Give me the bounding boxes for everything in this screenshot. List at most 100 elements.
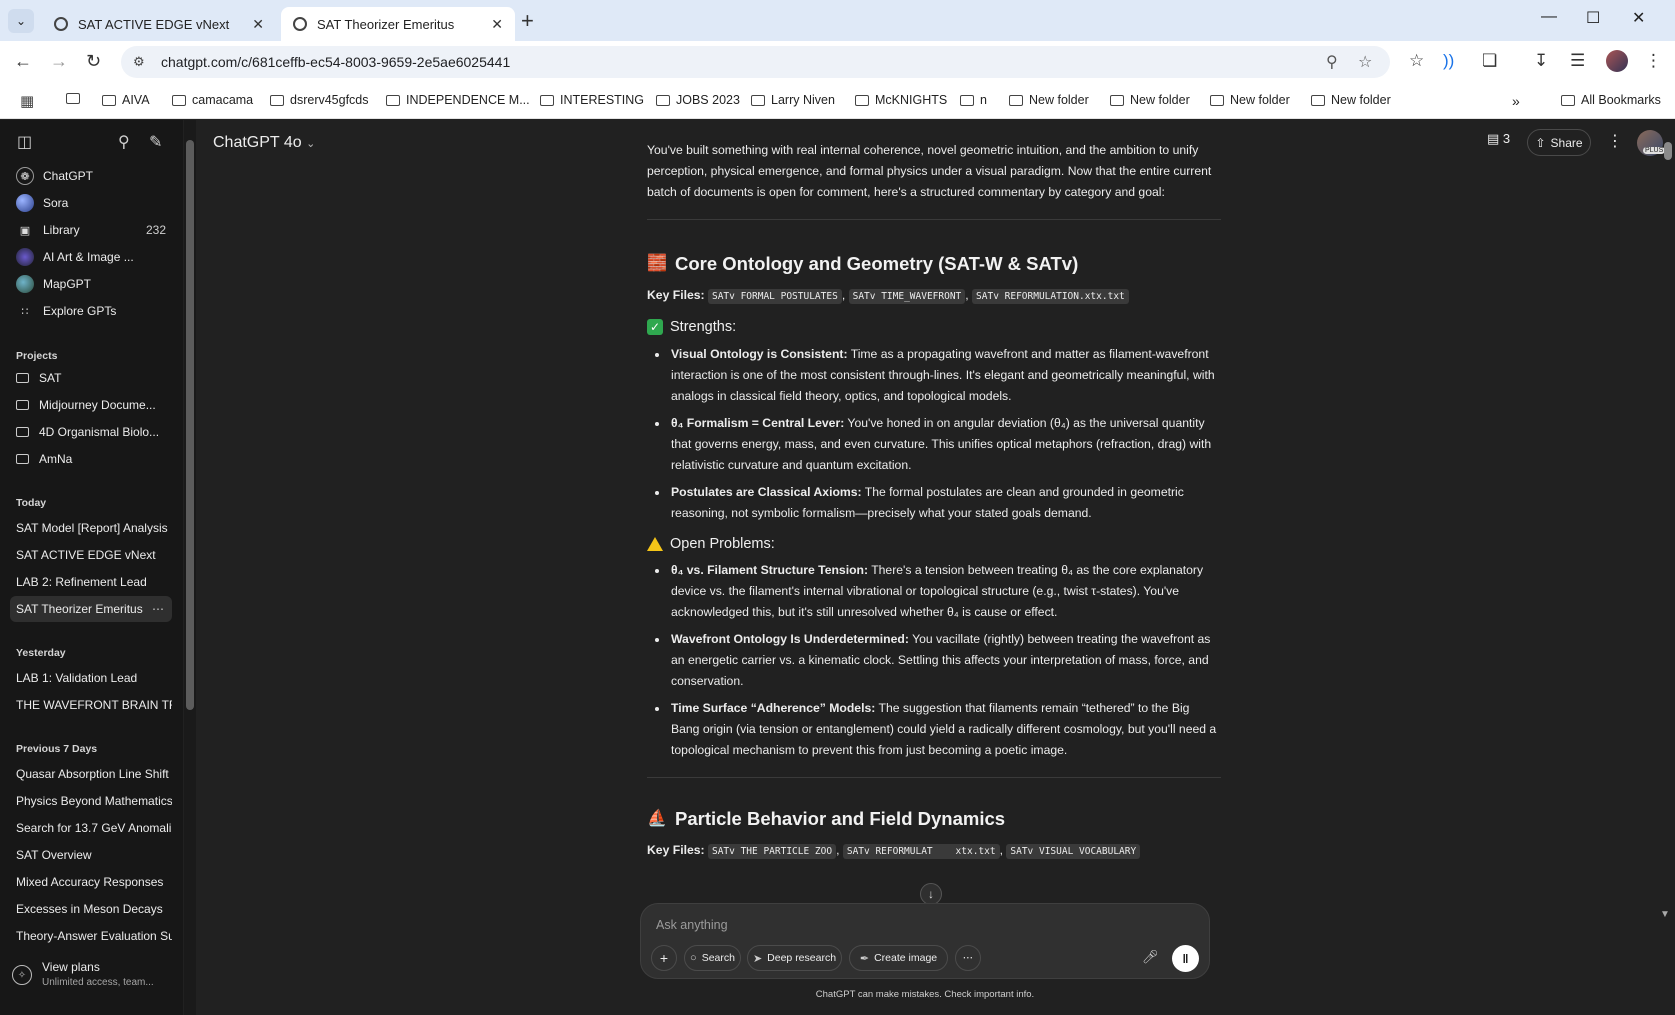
sidebar-item-chatgpt[interactable]: ❁ ChatGPT: [10, 163, 172, 189]
sidebar-item-sora[interactable]: Sora: [10, 190, 172, 216]
chat-history-item[interactable]: SAT Overview: [10, 842, 172, 868]
bookmark-folder[interactable]: New folder: [1311, 93, 1391, 107]
chat-history-item[interactable]: Theory-Answer Evaluation Su: [10, 923, 172, 949]
sidebar-item-mapgpt[interactable]: MapGPT: [10, 271, 172, 297]
deep-research-button[interactable]: ➤ Deep research: [747, 945, 842, 971]
microphone-icon[interactable]: 🎤︎: [1142, 949, 1159, 965]
search-icon[interactable]: ⚲: [118, 132, 130, 152]
telescope-icon: ➤: [752, 952, 763, 965]
chat-history-item[interactable]: SAT Model [Report] Analysis: [10, 515, 172, 541]
zoom-icon[interactable]: ⚲: [1326, 52, 1338, 72]
bookmark-folder[interactable]: Larry Niven: [751, 93, 835, 107]
chat-history-item[interactable]: Search for 13.7 GeV Anomali: [10, 815, 172, 841]
search-button[interactable]: ○ Search: [684, 945, 741, 971]
chat-history-item[interactable]: Physics Beyond Mathematics: [10, 788, 172, 814]
view-plans-button[interactable]: ✧ View plans Unlimited access, team...: [12, 960, 172, 1006]
download-icon[interactable]: ↧: [1534, 51, 1548, 71]
address-bar[interactable]: ⚙ chatgpt.com/c/681ceffb-ec54-8003-9659-…: [121, 46, 1390, 78]
bookmark-folder[interactable]: New folder: [1110, 93, 1190, 107]
sidebar-item-label: Sora: [43, 196, 69, 210]
chat-history-item[interactable]: Mixed Accuracy Responses: [10, 869, 172, 895]
folder-icon: [1210, 94, 1224, 106]
prompt-input[interactable]: Ask anything: [656, 918, 728, 932]
more-options-icon[interactable]: ⋯: [152, 602, 164, 616]
toggle-sidebar-icon[interactable]: ◫: [17, 132, 32, 152]
voice-mode-button[interactable]: ‖: [1172, 945, 1199, 972]
sidebar-item-library[interactable]: ▣ Library 232: [10, 217, 172, 243]
apps-grid-icon[interactable]: ▦: [20, 92, 34, 110]
scroll-to-bottom-button[interactable]: ↓: [920, 883, 942, 905]
project-item[interactable]: Midjourney Docume...: [10, 392, 172, 418]
chat-history-item[interactable]: Excesses in Meson Decays: [10, 896, 172, 922]
browser-menu-icon[interactable]: ⋮: [1645, 51, 1662, 71]
more-tools-button[interactable]: ⋯: [955, 945, 981, 971]
media-control-icon[interactable]: ☰: [1570, 51, 1585, 71]
bookmark-folder[interactable]: INTERESTING: [540, 93, 644, 107]
bookmarks-overflow-icon[interactable]: »: [1512, 93, 1520, 109]
close-tab-icon[interactable]: ✕: [491, 16, 503, 33]
sidebar-scrollbar-thumb[interactable]: [186, 140, 194, 710]
bookmark-label: New folder: [1230, 93, 1290, 107]
extensions-icon[interactable]: ❏: [1482, 51, 1497, 71]
star-icon[interactable]: ☆: [1409, 51, 1424, 71]
close-tab-icon[interactable]: ✕: [252, 16, 264, 33]
tab-search-chevron-icon[interactable]: ⌄: [8, 9, 34, 33]
browser-tab-active[interactable]: SAT Theorizer Emeritus ✕: [281, 7, 515, 41]
bookmark-folder[interactable]: [66, 93, 86, 104]
forward-icon[interactable]: →: [50, 51, 68, 72]
project-item[interactable]: SAT: [10, 365, 172, 391]
bookmark-folder[interactable]: AIVA: [102, 93, 150, 107]
folder-icon: [656, 94, 670, 106]
share-button[interactable]: ⇧ Share: [1527, 129, 1591, 156]
project-item[interactable]: AmNa: [10, 446, 172, 472]
bookmark-folder[interactable]: JOBS 2023: [656, 93, 740, 107]
bookmark-folder[interactable]: n: [960, 93, 987, 107]
close-window-icon[interactable]: ✕: [1632, 8, 1645, 28]
minimize-icon[interactable]: —: [1541, 8, 1557, 26]
chat-history-item[interactable]: THE WAVEFRONT BRAIN TRU: [10, 692, 172, 718]
chat-history-item[interactable]: SAT ACTIVE EDGE vNext: [10, 542, 172, 568]
chat-history-item[interactable]: Quasar Absorption Line Shift: [10, 761, 172, 787]
sailboat-icon: ⛵: [647, 810, 667, 827]
bookmark-folder[interactable]: McKNIGHTS: [855, 93, 947, 107]
browser-tab[interactable]: SAT ACTIVE EDGE vNext ✕: [42, 7, 276, 41]
reload-icon[interactable]: ↻: [86, 51, 101, 72]
chat-history-item[interactable]: LAB 2: Refinement Lead: [10, 569, 172, 595]
create-image-button[interactable]: ✒ Create image: [849, 945, 948, 971]
bookmark-folder[interactable]: dsrerv45gfcds: [270, 93, 369, 107]
folder-icon: [386, 94, 400, 106]
folder-icon: [102, 94, 116, 106]
maximize-icon[interactable]: ☐: [1586, 8, 1600, 28]
bookmark-folder[interactable]: New folder: [1210, 93, 1290, 107]
chat-history-item-active[interactable]: SAT Theorizer Emeritus ⋯: [10, 596, 172, 622]
profile-avatar[interactable]: [1606, 50, 1628, 72]
bookmark-folder[interactable]: INDEPENDENCE M...: [386, 93, 530, 107]
file-code-part: xtx.txt: [955, 846, 996, 857]
sidebar-item-label: MapGPT: [43, 277, 92, 291]
canvas-docs-button[interactable]: ▤ 3: [1487, 131, 1510, 147]
new-chat-icon[interactable]: ✎: [149, 132, 162, 152]
file-code: SATv FORMAL POSTULATES: [707, 289, 842, 304]
folder-icon: [751, 94, 765, 106]
site-settings-icon[interactable]: ⚙: [133, 54, 149, 70]
folder-icon: [16, 373, 29, 383]
scroll-down-arrow-icon[interactable]: ▼: [1660, 909, 1670, 920]
back-icon[interactable]: ←: [14, 51, 32, 72]
bookmark-folder[interactable]: New folder: [1009, 93, 1089, 107]
bookmark-label: New folder: [1331, 93, 1391, 107]
attach-button[interactable]: +: [651, 945, 677, 971]
list-item: Postulates are Classical Axioms: The for…: [647, 482, 1221, 524]
item-bold: Visual Ontology is Consistent:: [671, 347, 848, 361]
chat-history-item[interactable]: LAB 1: Validation Lead: [10, 665, 172, 691]
audio-extension-icon[interactable]: )): [1443, 51, 1454, 71]
all-bookmarks[interactable]: All Bookmarks: [1561, 93, 1661, 107]
project-item[interactable]: 4D Organismal Biolo...: [10, 419, 172, 445]
conversation-menu-icon[interactable]: ⋮: [1607, 131, 1623, 151]
sidebar-item-explore-gpts[interactable]: ∷ Explore GPTs: [10, 298, 172, 324]
new-tab-icon[interactable]: +: [521, 8, 534, 34]
main-scrollbar-thumb[interactable]: [1664, 142, 1672, 160]
model-selector[interactable]: ChatGPT 4o ⌄: [213, 134, 315, 152]
sidebar-item-ai-art[interactable]: AI Art & Image ...: [10, 244, 172, 270]
bookmark-folder[interactable]: camacama: [172, 93, 253, 107]
bookmark-star-icon[interactable]: ☆: [1358, 52, 1372, 72]
